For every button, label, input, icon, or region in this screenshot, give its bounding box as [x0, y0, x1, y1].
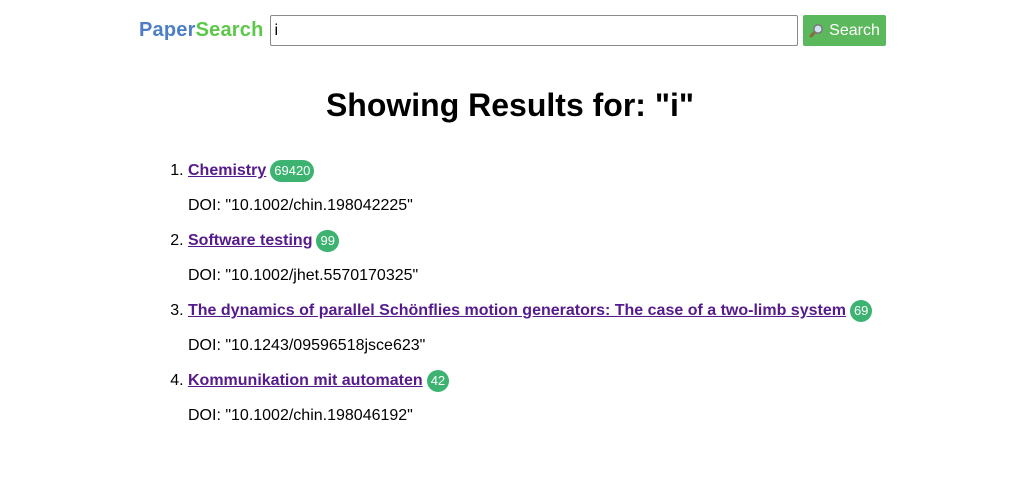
- result-title-link[interactable]: Software testing: [188, 232, 312, 250]
- result-item: Kommunikation mit automaten 42 DOI: "10.…: [188, 366, 872, 436]
- results-heading: Showing Results for: "i": [325, 87, 695, 123]
- result-doi: DOI: "10.1243/09596518jsce623": [188, 337, 426, 354]
- result-count-badge: 69420: [270, 160, 315, 182]
- result-title-link[interactable]: Chemistry: [188, 162, 266, 180]
- result-doi: DOI: "10.1002/chin.198046192": [188, 407, 413, 424]
- logo-part-paper: Paper: [139, 19, 196, 41]
- results-list: Chemistry 69420 DOI: "10.1002/chin.19804…: [0, 156, 873, 436]
- result-title-link[interactable]: Kommunikation mit automaten: [188, 372, 423, 390]
- search-button[interactable]: Search: [802, 15, 886, 46]
- logo-part-search: Search: [195, 19, 264, 41]
- magnifying-glass-icon: [808, 23, 824, 39]
- result-count-badge: 99: [316, 230, 339, 252]
- result-item: Software testing 99 DOI: "10.1002/jhet.5…: [188, 226, 872, 296]
- result-title-link[interactable]: The dynamics of parallel Schönflies moti…: [188, 302, 846, 320]
- result-doi: DOI: "10.1002/chin.198042225": [188, 197, 413, 214]
- search-input[interactable]: [269, 15, 798, 46]
- header: PaperSearch Search: [139, 14, 886, 47]
- search-button-label: Search: [829, 21, 880, 39]
- result-count-badge: 42: [426, 370, 450, 392]
- result-item: The dynamics of parallel Schönflies moti…: [188, 296, 873, 366]
- result-doi: DOI: "10.1002/jhet.5570170325": [188, 267, 419, 284]
- result-item: Chemistry 69420 DOI: "10.1002/chin.19804…: [188, 156, 872, 226]
- result-count-badge: 69: [849, 300, 873, 322]
- logo[interactable]: PaperSearch: [139, 14, 264, 47]
